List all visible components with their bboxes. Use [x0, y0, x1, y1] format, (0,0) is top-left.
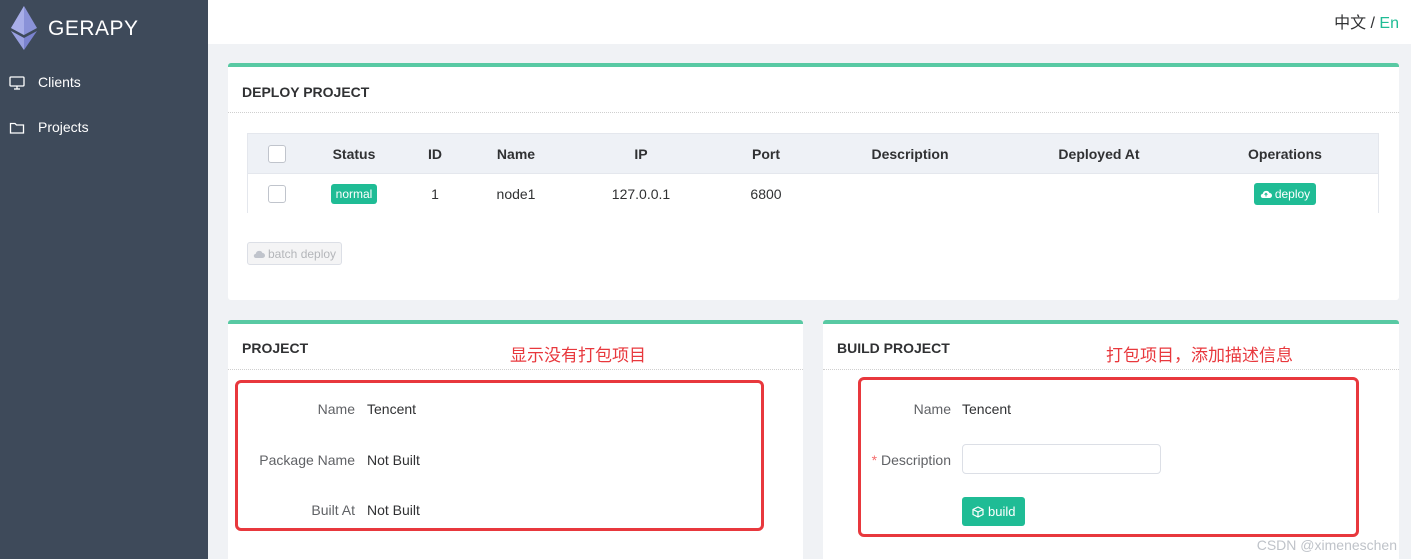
- cell-name: node1: [496, 185, 536, 202]
- monitor-icon: [9, 76, 25, 90]
- folder-icon: [9, 122, 25, 134]
- card-title: DEPLOY PROJECT: [242, 84, 370, 100]
- select-all-checkbox[interactable]: [268, 144, 286, 163]
- column-header-name[interactable]: Name: [468, 134, 564, 173]
- divider: [228, 112, 1399, 113]
- batch-deploy-button[interactable]: batch deploy: [247, 242, 343, 265]
- column-header-deployed-at[interactable]: Deployed At: [1006, 134, 1192, 173]
- cell-ip: 127.0.0.1: [611, 185, 671, 202]
- sidebar-item-clients[interactable]: Clients: [0, 68, 208, 98]
- row-checkbox[interactable]: [268, 184, 286, 203]
- cloud-upload-icon: [1260, 190, 1272, 198]
- project-highlight-box: [235, 380, 764, 531]
- ethereum-logo-icon: [11, 6, 37, 50]
- status-badge: normal: [330, 183, 378, 204]
- divider: [228, 369, 803, 370]
- batch-deploy-label: batch deploy: [268, 246, 337, 261]
- language-switcher: 中文 / En: [1334, 9, 1399, 33]
- cell-id: 1: [431, 185, 439, 202]
- sidebar-item-label: Clients: [38, 74, 81, 90]
- divider: [823, 369, 1399, 370]
- deploy-button[interactable]: deploy: [1253, 182, 1317, 205]
- cell-deployed-at: [1006, 174, 1192, 213]
- column-header-description[interactable]: Description: [814, 134, 1006, 173]
- build-annotation: 打包项目，添加描述信息: [1106, 346, 1293, 365]
- column-header-status[interactable]: Status: [306, 134, 402, 173]
- lang-separator: /: [1366, 15, 1380, 32]
- sidebar: GERAPY Clients Projects: [0, 0, 208, 559]
- card-title: BUILD PROJECT: [837, 340, 950, 356]
- cloud-upload-icon: [253, 250, 265, 258]
- sidebar-item-label: Projects: [38, 119, 89, 135]
- cell-port: 6800: [750, 185, 782, 202]
- table-header: Status ID Name IP Port Description Deplo…: [248, 134, 1378, 174]
- lang-en-link[interactable]: En: [1379, 15, 1399, 32]
- deploy-project-card: DEPLOY PROJECT Status ID Name IP Port De…: [228, 63, 1399, 300]
- column-header-ip[interactable]: IP: [564, 134, 718, 173]
- clients-table: Status ID Name IP Port Description Deplo…: [247, 133, 1379, 213]
- column-header-id[interactable]: ID: [402, 134, 468, 173]
- column-header-operations: Operations: [1248, 145, 1322, 162]
- column-header-port[interactable]: Port: [718, 134, 814, 173]
- project-annotation: 显示没有打包项目: [510, 346, 646, 365]
- watermark: CSDN @ximeneschen: [1256, 537, 1397, 553]
- sidebar-item-projects[interactable]: Projects: [0, 113, 208, 143]
- table-row: normal 1 node1 127.0.0.1 6800 deploy: [248, 174, 1378, 213]
- brand[interactable]: GERAPY: [0, 0, 208, 56]
- top-bar: 中文 / En: [208, 0, 1411, 44]
- lang-zh-link[interactable]: 中文: [1334, 15, 1366, 32]
- card-title: PROJECT: [242, 340, 309, 356]
- build-highlight-box: [858, 377, 1359, 537]
- cell-description: [814, 174, 1006, 213]
- brand-name: GERAPY: [48, 17, 139, 40]
- deploy-button-label: deploy: [1274, 186, 1311, 201]
